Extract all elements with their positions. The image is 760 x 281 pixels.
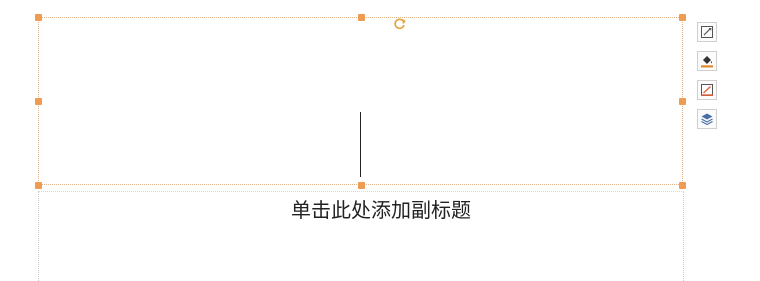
text-cursor bbox=[360, 112, 361, 177]
layers-icon bbox=[701, 113, 713, 126]
shape-outline-icon bbox=[701, 26, 713, 38]
quick-format-toolbar bbox=[697, 22, 719, 138]
line-style-button[interactable] bbox=[697, 80, 717, 100]
rotate-handle[interactable] bbox=[393, 17, 407, 31]
fill-bucket-icon bbox=[701, 56, 713, 68]
subtitle-placeholder-text[interactable]: 单击此处添加副标题 bbox=[0, 194, 760, 223]
resize-handle-top-center[interactable] bbox=[358, 14, 365, 21]
resize-handle-top-left[interactable] bbox=[35, 14, 42, 21]
resize-handle-middle-right[interactable] bbox=[679, 98, 686, 105]
resize-handle-middle-left[interactable] bbox=[35, 98, 42, 105]
fill-color-button[interactable] bbox=[697, 51, 717, 71]
resize-handle-bottom-left[interactable] bbox=[35, 182, 42, 189]
resize-handle-top-right[interactable] bbox=[679, 14, 686, 21]
line-style-icon bbox=[701, 84, 713, 96]
resize-handle-bottom-right[interactable] bbox=[679, 182, 686, 189]
shape-outline-button[interactable] bbox=[697, 22, 717, 42]
arrange-layers-button[interactable] bbox=[697, 109, 717, 129]
rotate-icon bbox=[394, 18, 406, 30]
resize-handle-bottom-center[interactable] bbox=[358, 182, 365, 189]
